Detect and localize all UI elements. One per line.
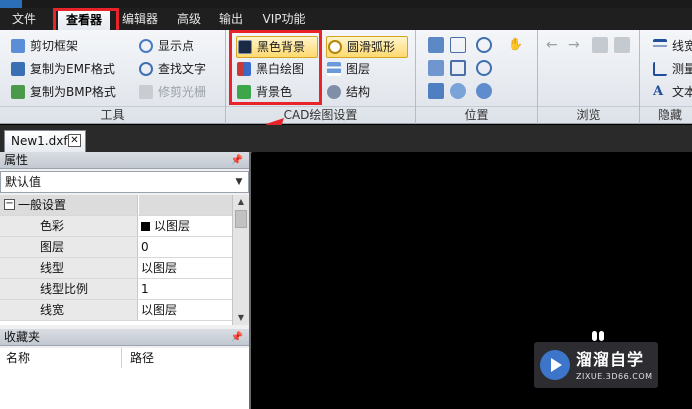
properties-filter-select[interactable]: 默认值 ▼ [0,171,249,193]
property-row[interactable]: 图层 0 [0,237,232,258]
property-row[interactable]: 线型 以图层 [0,258,232,279]
watermark: 溜溜自学 ZIXUE.3D66.COM [534,342,658,388]
property-row[interactable]: 线型比例 1 [0,279,232,300]
scroll-up-icon[interactable]: ▲ [233,195,249,209]
collapse-icon[interactable]: − [4,199,15,210]
section-row[interactable]: − 一般设置 [0,195,232,216]
property-row[interactable]: 色彩 以图层 [0,216,232,237]
scroll-down-icon[interactable]: ▼ [233,311,249,325]
property-row[interactable]: 线宽 以图层 [0,300,232,321]
document-tab[interactable]: New1.dxf ✕ [4,130,86,152]
column-name[interactable]: 名称 [0,348,122,368]
properties-grid: − 一般设置 色彩 以图层 图层 0 线型 以图层 线型比例 1 线宽 以图层 [0,195,232,325]
pin-icon[interactable]: 📌 [231,152,243,169]
cursor-marker-icon [592,331,606,343]
pin-icon[interactable]: 📌 [231,329,243,346]
drawing-canvas[interactable]: 溜溜自学 ZIXUE.3D66.COM [253,152,692,409]
properties-header: 属性 📌 [0,152,249,169]
favorites-header: 收藏夹 📌 [0,329,249,346]
left-panel: 属性 📌 默认值 ▼ − 一般设置 色彩 以图层 图层 0 线型 以图层 线型比例… [0,152,251,409]
play-logo-icon [540,350,570,380]
column-path[interactable]: 路径 [124,348,249,368]
document-tab-strip: New1.dxf ✕ [0,125,692,152]
properties-scrollbar[interactable]: ▲ ▼ [232,195,249,325]
favorites-list[interactable]: 名称 路径 [0,348,249,409]
color-swatch-icon [141,222,150,231]
chevron-down-icon: ▼ [235,177,243,187]
scroll-thumb[interactable] [235,210,247,228]
close-icon[interactable]: ✕ [68,134,81,147]
